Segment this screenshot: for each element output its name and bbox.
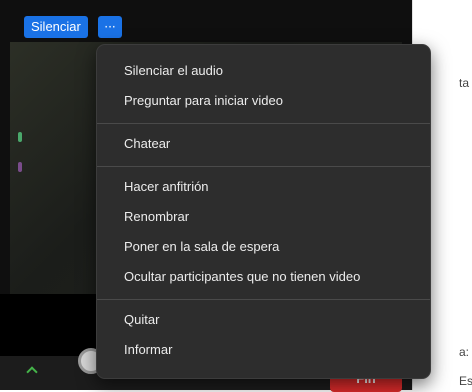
side-panel-text: a: [459,345,470,359]
menu-item[interactable]: Ocultar participantes que no tienen vide… [97,262,430,292]
menu-item[interactable]: Renombrar [97,202,430,232]
chevron-up-icon[interactable] [26,366,38,378]
menu-item[interactable]: Hacer anfitrión [97,172,430,202]
menu-separator [97,299,430,300]
mute-participant-button[interactable]: Silenciar [24,16,88,38]
more-options-button[interactable]: ··· [98,16,122,38]
video-edge-mark [18,132,22,142]
menu-separator [97,123,430,124]
menu-item[interactable]: Chatear [97,129,430,159]
menu-item[interactable]: Informar [97,335,430,365]
menu-separator [97,166,430,167]
menu-item[interactable]: Poner en la sala de espera [97,232,430,262]
side-panel-input-placeholder[interactable]: Escri [459,374,472,388]
participant-options-menu: Silenciar el audio Preguntar para iniciar… [96,44,431,379]
menu-item[interactable]: Quitar [97,305,430,335]
menu-item[interactable]: Silenciar el audio [97,56,430,86]
side-panel-text: ta [459,76,470,90]
menu-item[interactable]: Preguntar para iniciar video [97,86,430,116]
video-edge-mark [18,162,22,172]
